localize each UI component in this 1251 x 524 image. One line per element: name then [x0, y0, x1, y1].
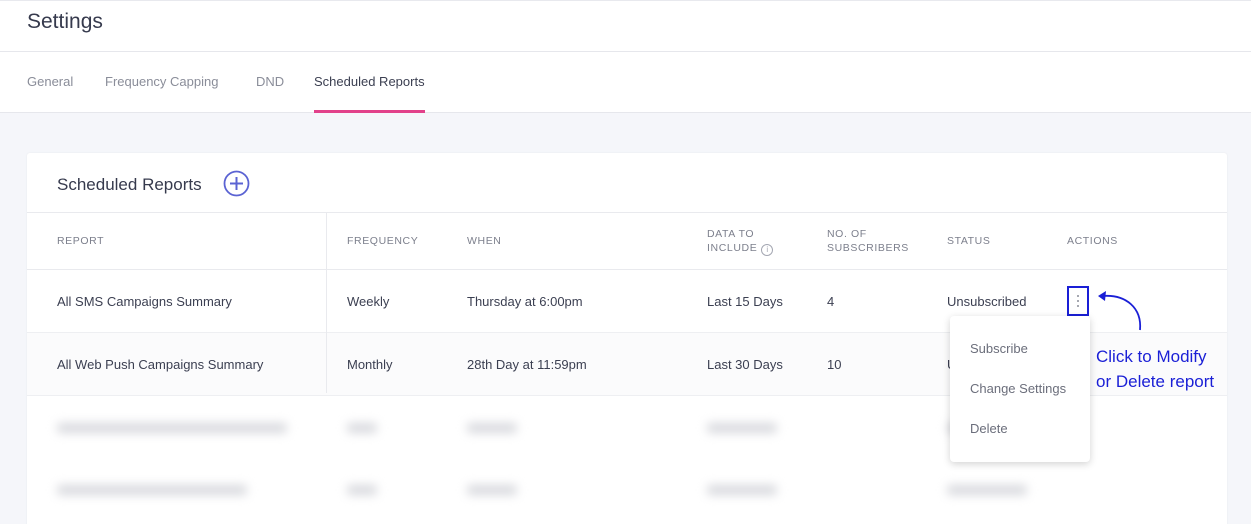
- tab-frequency-capping[interactable]: Frequency Capping: [105, 74, 218, 113]
- tab-dnd[interactable]: DND: [256, 74, 284, 113]
- table-header: REPORT FREQUENCY WHEN DATA TO INCLUDE i N…: [27, 213, 1227, 270]
- col-report: REPORT: [57, 235, 105, 247]
- when-value: 28th Day at 11:59pm: [467, 357, 587, 372]
- column-divider: [326, 213, 327, 393]
- status-value: Unsubscribed: [947, 294, 1027, 309]
- data-range-value: Last 15 Days: [707, 294, 783, 309]
- col-frequency: FREQUENCY: [347, 235, 419, 247]
- frequency-value: Monthly: [347, 357, 393, 372]
- report-name: All SMS Campaigns Summary: [57, 294, 232, 309]
- plus-circle-icon[interactable]: [223, 170, 250, 197]
- menu-item-change-settings[interactable]: Change Settings: [970, 381, 1066, 396]
- data-range-value: Last 30 Days: [707, 357, 783, 372]
- menu-item-delete[interactable]: Delete: [970, 421, 1008, 436]
- col-data-to-include: DATA TO INCLUDE i: [707, 227, 774, 256]
- col-actions: ACTIONS: [1067, 235, 1118, 247]
- report-name: All Web Push Campaigns Summary: [57, 357, 264, 372]
- col-status: STATUS: [947, 235, 991, 247]
- info-icon[interactable]: i: [761, 244, 774, 256]
- more-vertical-icon: [1077, 295, 1080, 310]
- page-header: Settings: [0, 0, 1251, 52]
- col-subscribers: NO. OF SUBSCRIBERS: [827, 228, 909, 254]
- annotation-arrow-icon: [1098, 291, 1141, 331]
- settings-tabs: General Frequency Capping DND Scheduled …: [0, 52, 1251, 113]
- annotation-callout: Click to Modify or Delete report: [1096, 347, 1215, 391]
- card-header: Scheduled Reports: [27, 153, 1227, 213]
- page-title: Settings: [27, 10, 103, 33]
- subscribers-count: 10: [827, 357, 842, 372]
- menu-item-subscribe[interactable]: Subscribe: [970, 341, 1028, 356]
- tab-scheduled-reports[interactable]: Scheduled Reports: [314, 74, 425, 113]
- row-actions-menu: Subscribe Change Settings Delete: [950, 316, 1090, 462]
- frequency-value: Weekly: [347, 294, 390, 309]
- card-title: Scheduled Reports: [57, 175, 202, 194]
- row-actions-button[interactable]: [1067, 286, 1089, 316]
- subscribers-count: 4: [827, 294, 835, 309]
- col-when: WHEN: [467, 235, 502, 247]
- tab-general[interactable]: General: [27, 74, 73, 113]
- when-value: Thursday at 6:00pm: [467, 294, 583, 309]
